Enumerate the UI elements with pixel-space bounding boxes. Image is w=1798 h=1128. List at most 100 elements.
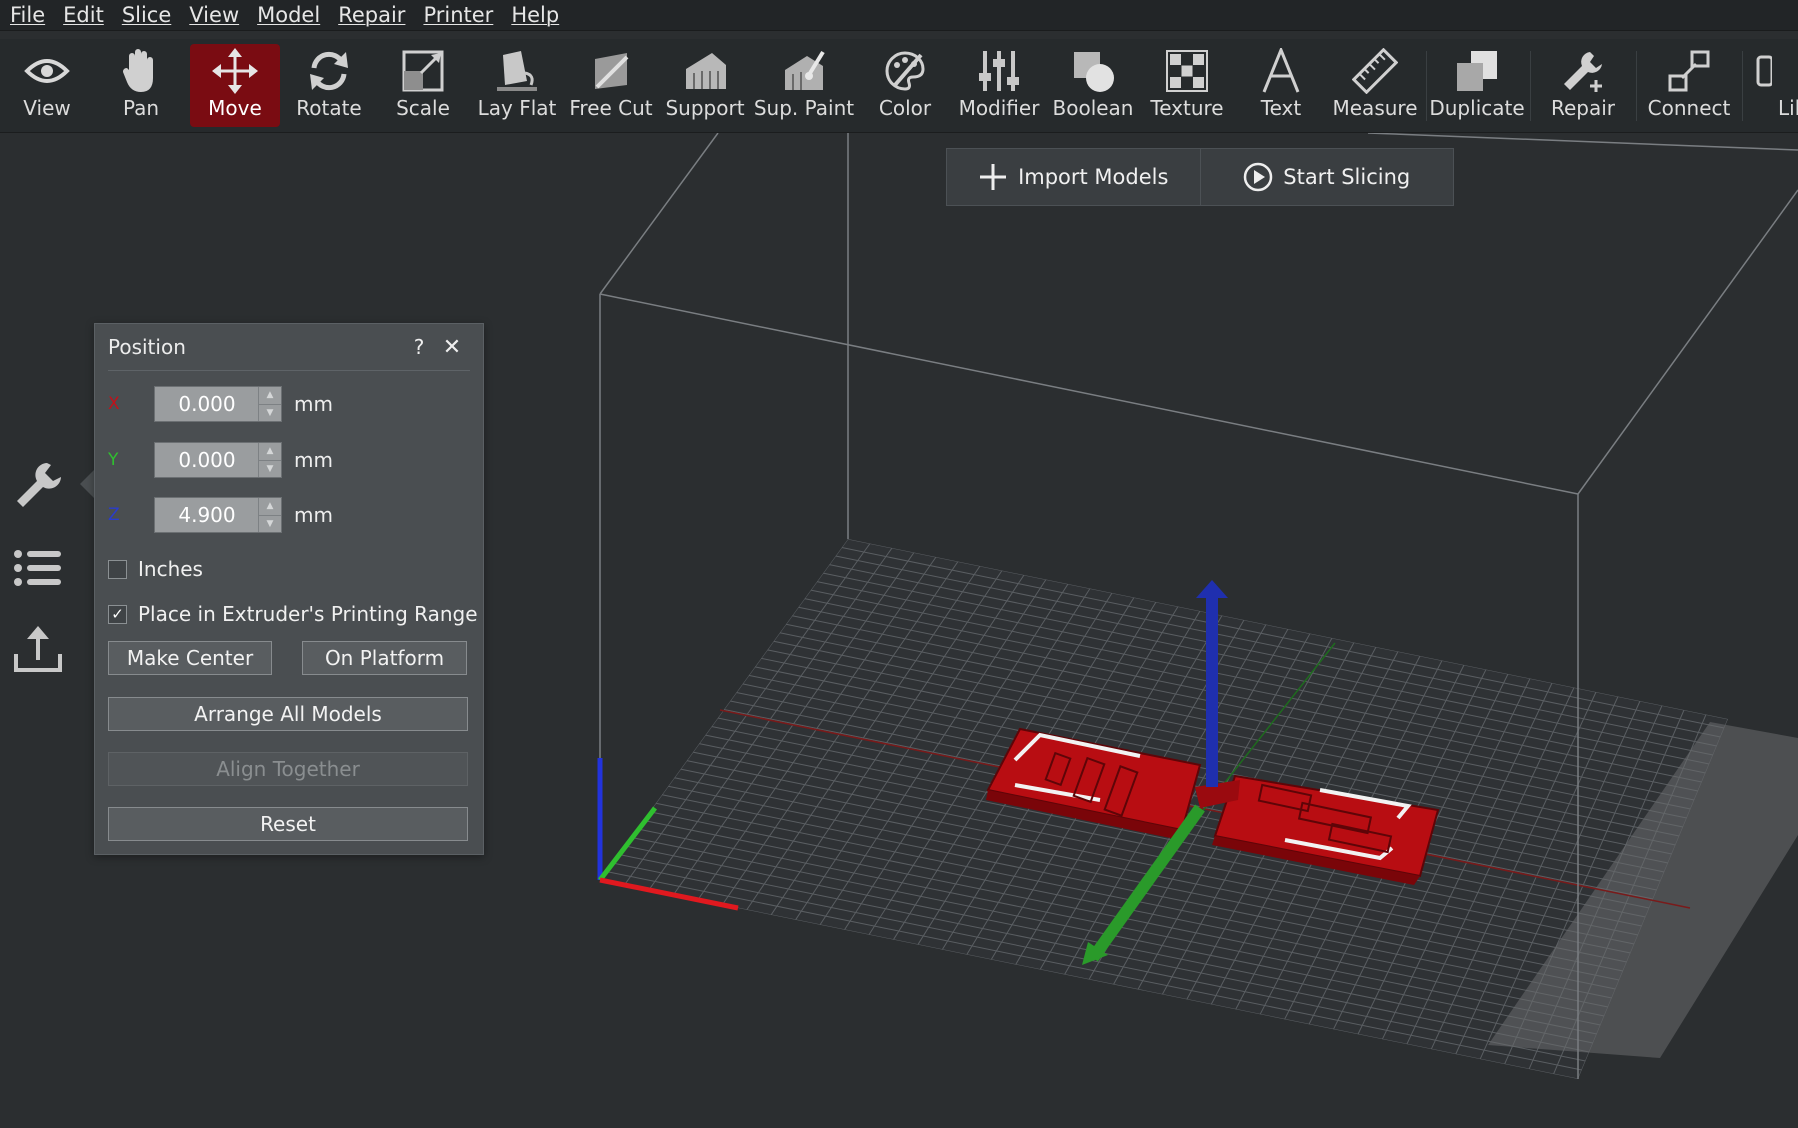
axis-row-x: X 0.000 ▲ ▼ mm xyxy=(108,386,333,422)
move-gizmo-z-head xyxy=(1196,580,1228,598)
spin-down-icon[interactable]: ▼ xyxy=(259,403,281,422)
tool-scale-label: Scale xyxy=(396,96,450,120)
close-button[interactable]: ✕ xyxy=(434,335,470,360)
reset-button[interactable]: Reset xyxy=(108,807,468,841)
tool-rotate[interactable]: Rotate xyxy=(284,44,374,127)
z-position-input[interactable]: 4.900 ▲ ▼ xyxy=(154,497,282,533)
sidebar-list-icon[interactable] xyxy=(12,542,64,594)
x-position-input[interactable]: 0.000 ▲ ▼ xyxy=(154,386,282,422)
text-icon xyxy=(1254,46,1308,96)
menu-file[interactable]: File xyxy=(0,0,54,30)
tool-scale[interactable]: Scale xyxy=(378,44,468,127)
hand-icon xyxy=(114,46,168,96)
connect-icon xyxy=(1662,46,1716,96)
menu-view[interactable]: View xyxy=(180,0,248,30)
tool-texture-label: Texture xyxy=(1150,96,1224,120)
tool-rotate-label: Rotate xyxy=(296,96,362,120)
arrange-all-models-button[interactable]: Arrange All Models xyxy=(108,697,468,731)
inches-checkbox-row[interactable]: Inches xyxy=(108,554,203,584)
place-in-range-checkbox[interactable]: ✓ xyxy=(108,604,127,624)
tool-texture[interactable]: Texture xyxy=(1142,44,1232,127)
tool-library-label: Lib xyxy=(1778,96,1798,120)
tool-text[interactable]: Text xyxy=(1236,44,1326,127)
panel-title: Position xyxy=(108,335,186,359)
tool-duplicate[interactable]: Duplicate xyxy=(1429,44,1525,127)
move-arrows-icon xyxy=(208,46,262,96)
tool-repair[interactable]: Repair xyxy=(1538,44,1628,127)
modifier-sliders-icon xyxy=(972,46,1026,96)
tool-free-cut-label: Free Cut xyxy=(569,96,653,120)
place-in-range-checkbox-row[interactable]: ✓ Place in Extruder's Printing Range xyxy=(108,599,478,629)
inches-checkbox[interactable] xyxy=(108,559,127,579)
tool-support-label: Support xyxy=(665,96,745,120)
x-unit: mm xyxy=(294,392,333,416)
tool-lay-flat-label: Lay Flat xyxy=(477,96,557,120)
align-together-button: Align Together xyxy=(108,752,468,786)
make-center-button[interactable]: Make Center xyxy=(108,641,272,675)
on-platform-button[interactable]: On Platform xyxy=(302,641,467,675)
toolbar-divider xyxy=(1426,51,1427,121)
spin-up-icon[interactable]: ▲ xyxy=(259,498,281,515)
y-position-input[interactable]: 0.000 ▲ ▼ xyxy=(154,442,282,478)
menu-slice[interactable]: Slice xyxy=(113,0,180,30)
toolbar-divider xyxy=(1530,51,1531,121)
eye-icon xyxy=(20,46,74,96)
menu-edit[interactable]: Edit xyxy=(54,0,113,30)
toolbar: View Pan Move Rotate Scale Lay Flat Free… xyxy=(0,39,1798,133)
import-models-label: Import Models xyxy=(1018,165,1169,189)
support-icon xyxy=(678,46,732,96)
texture-checker-icon xyxy=(1160,46,1214,96)
tool-repair-label: Repair xyxy=(1550,96,1616,120)
z-axis-label: Z xyxy=(108,505,120,525)
tool-text-label: Text xyxy=(1260,96,1302,120)
spin-down-icon[interactable]: ▼ xyxy=(259,514,281,533)
spin-up-icon[interactable]: ▲ xyxy=(259,443,281,460)
tool-connect[interactable]: Connect xyxy=(1644,44,1734,127)
sidebar-wrench-icon[interactable] xyxy=(12,460,64,512)
menu-bar: File Edit Slice View Model Repair Printe… xyxy=(0,0,1798,31)
support-paint-icon xyxy=(777,46,831,96)
tool-sup-paint[interactable]: Sup. Paint xyxy=(754,44,854,127)
tool-boolean-label: Boolean xyxy=(1052,96,1134,120)
tool-free-cut[interactable]: Free Cut xyxy=(566,44,656,127)
panel-header: Position ? ✕ xyxy=(108,324,470,371)
tool-duplicate-label: Duplicate xyxy=(1429,96,1525,120)
menu-repair[interactable]: Repair xyxy=(329,0,414,30)
tool-support[interactable]: Support xyxy=(660,44,750,127)
tool-library[interactable]: Lib xyxy=(1752,44,1798,127)
axis-row-y: Y 0.000 ▲ ▼ mm xyxy=(108,442,333,478)
free-cut-icon xyxy=(584,46,638,96)
tool-measure-label: Measure xyxy=(1332,96,1418,120)
tool-boolean[interactable]: Boolean xyxy=(1048,44,1138,127)
rotate-icon xyxy=(302,46,356,96)
toolbar-divider xyxy=(1636,51,1637,121)
tool-connect-label: Connect xyxy=(1647,96,1731,120)
sidebar-export-icon[interactable] xyxy=(12,624,64,676)
tool-modifier[interactable]: Modifier xyxy=(954,44,1044,127)
tool-move-label: Move xyxy=(208,96,262,120)
menu-help[interactable]: Help xyxy=(502,0,568,30)
import-models-button[interactable]: Import Models xyxy=(947,149,1200,205)
tool-lay-flat[interactable]: Lay Flat xyxy=(472,44,562,127)
y-axis-label: Y xyxy=(108,450,119,470)
color-palette-icon xyxy=(878,46,932,96)
tool-pan[interactable]: Pan xyxy=(96,44,186,127)
tool-measure[interactable]: Measure xyxy=(1330,44,1420,127)
menu-model[interactable]: Model xyxy=(248,0,329,30)
spin-down-icon[interactable]: ▼ xyxy=(259,459,281,478)
library-icon xyxy=(1752,46,1798,96)
menu-printer[interactable]: Printer xyxy=(414,0,502,30)
tool-color[interactable]: Color xyxy=(860,44,950,127)
tool-sup-paint-label: Sup. Paint xyxy=(753,96,855,120)
panel-pointer xyxy=(80,470,94,498)
tool-move[interactable]: Move xyxy=(190,44,280,127)
start-slicing-label: Start Slicing xyxy=(1283,165,1411,189)
position-panel: Position ? ✕ X 0.000 ▲ ▼ mm Y 0.000 ▲ ▼ mm… xyxy=(94,323,484,855)
start-slicing-button[interactable]: Start Slicing xyxy=(1199,149,1454,205)
z-unit: mm xyxy=(294,503,333,527)
duplicate-icon xyxy=(1450,46,1504,96)
spin-up-icon[interactable]: ▲ xyxy=(259,387,281,404)
tool-view[interactable]: View xyxy=(2,44,92,127)
lay-flat-icon xyxy=(490,46,544,96)
help-button[interactable]: ? xyxy=(404,335,434,359)
